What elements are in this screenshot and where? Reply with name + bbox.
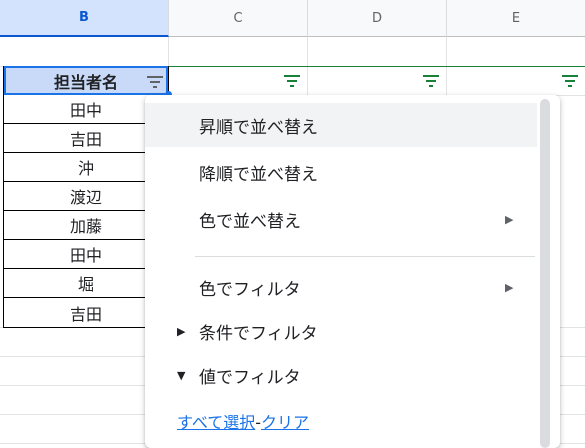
clear-link[interactable]: クリア <box>261 413 309 432</box>
name-cell[interactable]: 渡辺 <box>4 182 168 211</box>
column-header-e[interactable]: E <box>447 0 585 37</box>
menu-item-label: 色でフィルタ <box>199 279 301 300</box>
cell-text: 吉田 <box>69 130 102 149</box>
column-letter: E <box>511 10 521 26</box>
column-letter: B <box>79 10 89 25</box>
menu-scrollbar[interactable] <box>540 99 550 448</box>
menu-item-sort-ascending[interactable]: 昇順で並べ替え <box>145 103 537 147</box>
column-header-c[interactable]: C <box>169 0 308 37</box>
filter-icon[interactable] <box>284 75 300 87</box>
filter-icon[interactable] <box>423 75 439 87</box>
filter-icon[interactable] <box>147 76 163 88</box>
column-header-b[interactable]: B <box>0 0 169 37</box>
expand-down-icon: ▼ <box>177 368 186 382</box>
cell-text: 沖 <box>77 159 94 178</box>
name-cell[interactable]: 田中 <box>4 95 168 124</box>
menu-item-filter-by-values[interactable]: ▼ 値でフィルタ <box>145 353 537 397</box>
cell-text: 加藤 <box>69 217 102 236</box>
header-cell-tantousha[interactable]: 担当者名 <box>4 66 168 95</box>
name-cell[interactable]: 吉田 <box>4 298 168 327</box>
menu-item-label: 値でフィルタ <box>199 367 301 388</box>
cell-text: 田中 <box>69 246 102 265</box>
column-letter: C <box>233 10 243 26</box>
column-letter: D <box>371 10 382 26</box>
menu-item-sort-by-color[interactable]: 色で並べ替え ▶ <box>145 197 537 241</box>
expand-right-icon: ▶ <box>177 324 186 338</box>
menu-item-filter-by-condition[interactable]: ▶ 条件でフィルタ <box>145 309 537 353</box>
header-cell-label: 担当者名 <box>53 72 118 92</box>
cell-text: 吉田 <box>69 304 102 324</box>
menu-item-sort-descending[interactable]: 降順で並べ替え <box>145 150 537 194</box>
name-cell[interactable]: 田中 <box>4 240 168 269</box>
filter-icon[interactable] <box>562 75 578 87</box>
name-cell[interactable]: 沖 <box>4 153 168 182</box>
filter-range-border <box>168 66 585 67</box>
menu-item-label: 色で並べ替え <box>199 211 301 232</box>
cell-text: 田中 <box>69 101 102 120</box>
menu-item-label: 条件でフィルタ <box>199 323 318 344</box>
menu-item-filter-by-color[interactable]: 色でフィルタ ▶ <box>145 265 537 309</box>
filter-menu: 昇順で並べ替え 降順で並べ替え 色で並べ替え ▶ 色でフィルタ ▶ ▶ 条件でフィルタ… <box>145 95 560 448</box>
menu-item-label: 昇順で並べ替え <box>199 117 318 138</box>
column-header-d[interactable]: D <box>308 0 447 37</box>
submenu-arrow-icon: ▶ <box>505 212 514 226</box>
select-links: すべて選択-クリア <box>177 409 309 433</box>
name-cell[interactable]: 堀 <box>4 269 168 298</box>
submenu-arrow-icon: ▶ <box>505 280 514 294</box>
menu-divider <box>195 256 535 257</box>
name-cell[interactable]: 加藤 <box>4 211 168 240</box>
cell-text: 堀 <box>77 275 94 294</box>
menu-item-label: 降順で並べ替え <box>199 164 318 185</box>
name-cell[interactable]: 吉田 <box>4 124 168 153</box>
select-all-link[interactable]: すべて選択 <box>177 413 255 432</box>
cell-text: 渡辺 <box>69 188 102 207</box>
